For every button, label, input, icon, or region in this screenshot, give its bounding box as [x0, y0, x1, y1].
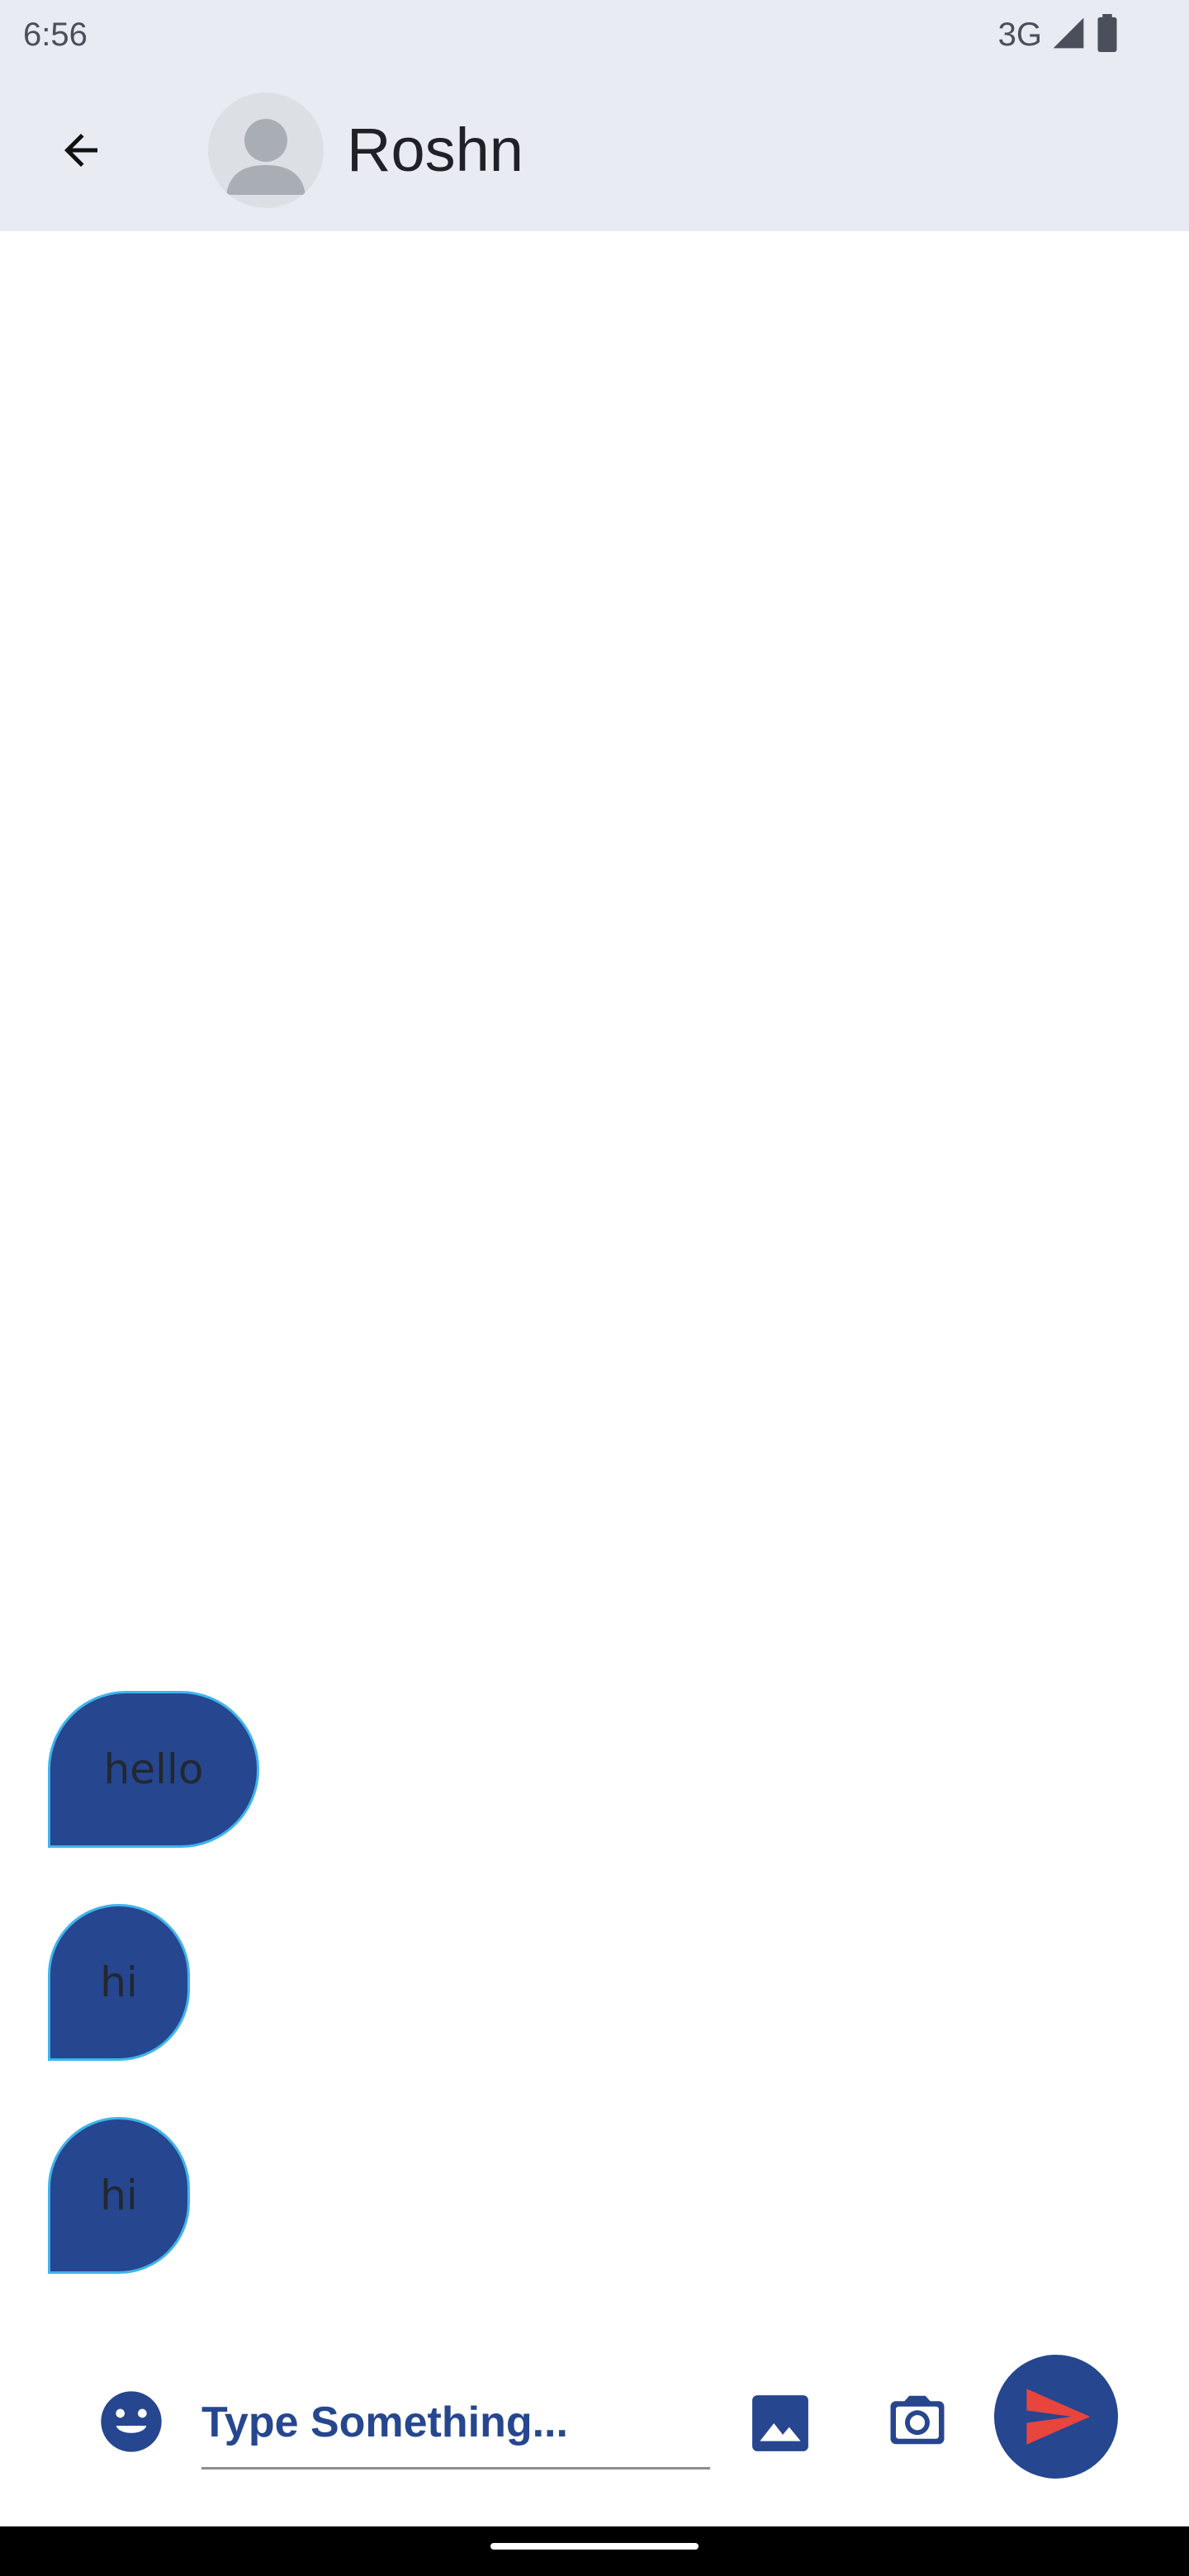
- message-bubble[interactable]: hello: [48, 1691, 259, 1848]
- contact-name: Roshn: [347, 116, 523, 184]
- status-time: 6:56: [23, 17, 88, 53]
- message-bubble[interactable]: hi: [48, 2117, 190, 2274]
- camera-button[interactable]: [880, 2383, 955, 2457]
- battery-icon: [1095, 13, 1120, 56]
- status-bar: 6:56 3G: [0, 0, 1189, 69]
- chat-header: Roshn: [0, 69, 1189, 231]
- message-list[interactable]: hello hi hi: [0, 231, 1189, 2328]
- emoji-icon: [101, 2391, 162, 2452]
- message-bubble[interactable]: hi: [48, 1904, 190, 2061]
- image-icon: [752, 2395, 808, 2451]
- camera-icon: [890, 2395, 945, 2445]
- message-text: hello: [103, 1745, 204, 1793]
- home-indicator[interactable]: [490, 2543, 699, 2550]
- system-navigation-bar: [0, 2526, 1189, 2576]
- status-icons: 3G: [998, 13, 1120, 56]
- network-type-label: 3G: [997, 17, 1042, 53]
- arrow-back-icon: [64, 134, 97, 167]
- send-button[interactable]: [994, 2355, 1118, 2479]
- person-avatar-icon: [226, 119, 306, 195]
- message-composer: [0, 2328, 1189, 2526]
- emoji-button[interactable]: [96, 2386, 167, 2457]
- back-button[interactable]: [41, 111, 121, 190]
- message-text: hi: [100, 1958, 138, 2006]
- cellular-signal-icon: [1050, 15, 1087, 55]
- send-icon: [1026, 2389, 1091, 2445]
- avatar[interactable]: [208, 92, 324, 208]
- image-attach-button[interactable]: [743, 2386, 817, 2460]
- message-text: hi: [100, 2171, 138, 2219]
- message-input[interactable]: [201, 2378, 710, 2469]
